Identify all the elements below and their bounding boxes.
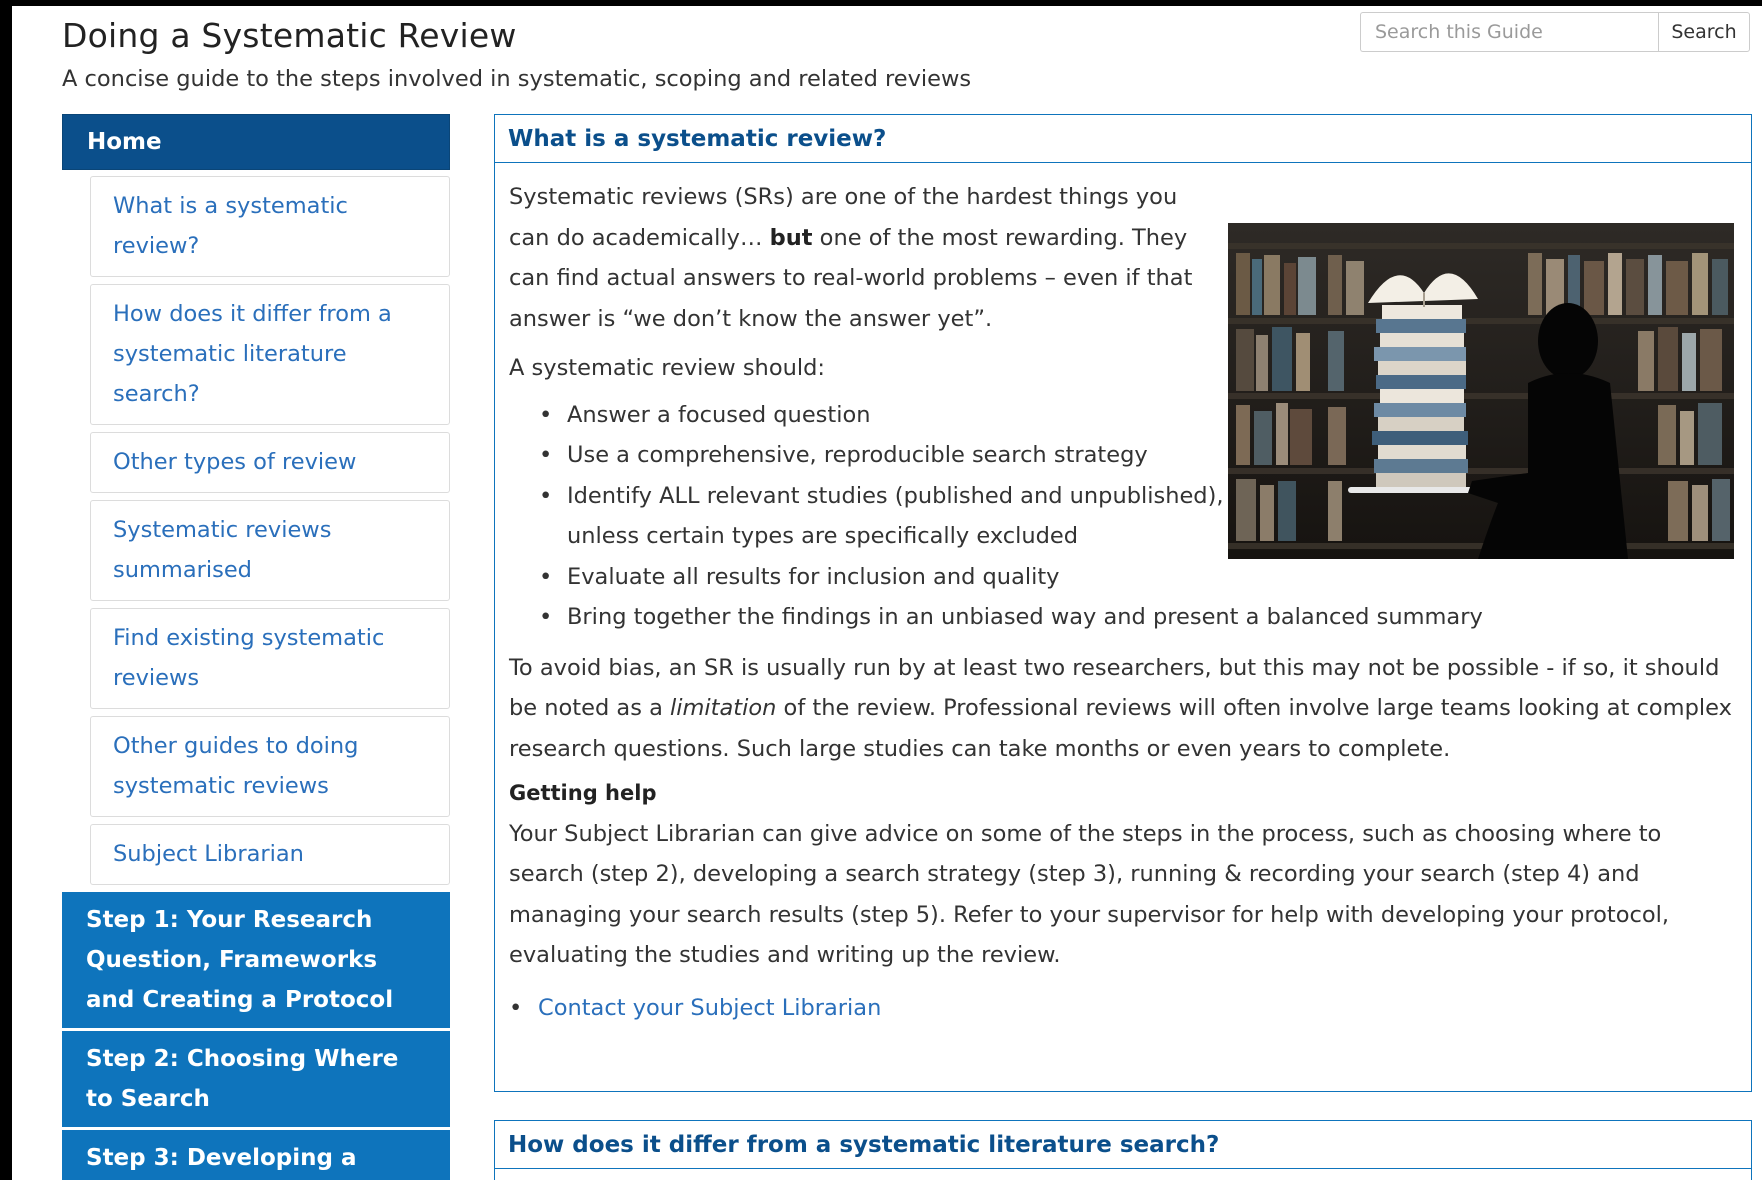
subnav-item-other-types-of-review[interactable]: Other types of review [90, 432, 450, 493]
nav-home[interactable]: Home [62, 114, 450, 170]
guide-description: A concise guide to the steps involved in… [62, 66, 972, 92]
getting-help-heading: Getting help [509, 781, 657, 805]
nav-step-3[interactable]: Step 3: Developing a Search Strategy [62, 1130, 450, 1180]
list-item: Evaluate all results for inclusion and q… [509, 557, 1737, 598]
library-reader-image [1228, 223, 1734, 559]
box-heading: How does it differ from a systematic lit… [495, 1121, 1751, 1169]
subnav-item-other-guides[interactable]: Other guides to doing systematic reviews [90, 716, 450, 817]
box-body: Systematic reviews (SRs) are one of the … [495, 163, 1751, 1028]
search-input[interactable] [1360, 12, 1658, 52]
contact-list-item: Contact your Subject Librarian [509, 988, 1737, 1029]
contact-subject-librarian-link[interactable]: Contact your Subject Librarian [538, 995, 881, 1021]
nav-step-1[interactable]: Step 1: Your Research Question, Framewor… [62, 892, 450, 1031]
page-frame: Doing a Systematic Review A concise guid… [12, 6, 1762, 1180]
page-title: Doing a Systematic Review [62, 16, 517, 55]
getting-help-paragraph: Your Subject Librarian can give advice o… [509, 820, 1670, 969]
guide-nav-sidebar: Home What is a systematic review? How do… [62, 114, 450, 1180]
subnav-item-what-is-systematic-review[interactable]: What is a systematic review? [90, 176, 450, 277]
home-subnav: What is a systematic review? How does it… [90, 176, 450, 885]
list-item: Identify ALL relevant studies (published… [509, 476, 1229, 557]
guide-search: Search [1360, 12, 1750, 52]
subnav-item-find-existing-reviews[interactable]: Find existing systematic reviews [90, 608, 450, 709]
subnav-item-subject-librarian[interactable]: Subject Librarian [90, 824, 450, 885]
list-item: Use a comprehensive, reproducible search… [509, 435, 1737, 476]
content-box-what-is-sr: What is a systematic review? Systematic … [494, 114, 1752, 1092]
subnav-item-systematic-reviews-summarised[interactable]: Systematic reviews summarised [90, 500, 450, 601]
intro-paragraph: Systematic reviews (SRs) are one of the … [509, 184, 1193, 332]
list-item: Answer a focused question [509, 395, 1737, 436]
bias-paragraph: To avoid bias, an SR is usually run by a… [509, 654, 1732, 762]
list-item: Bring together the findings in an unbias… [509, 597, 1737, 638]
library-reader-illustration [1228, 223, 1734, 559]
box-heading: What is a systematic review? [495, 115, 1751, 163]
subnav-item-how-does-it-differ[interactable]: How does it differ from a systematic lit… [90, 284, 450, 425]
nav-step-2[interactable]: Step 2: Choosing Where to Search [62, 1031, 450, 1130]
content-box-how-does-it-differ: How does it differ from a systematic lit… [494, 1120, 1752, 1180]
search-button[interactable]: Search [1658, 12, 1750, 52]
